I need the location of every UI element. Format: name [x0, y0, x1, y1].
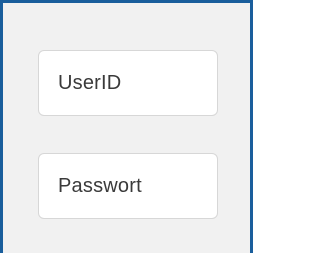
- password-placeholder: Passwort: [58, 174, 142, 197]
- userid-placeholder: UserID: [58, 71, 122, 94]
- password-field[interactable]: Passwort: [38, 153, 218, 219]
- userid-field[interactable]: UserID: [38, 50, 218, 116]
- login-panel: UserID Passwort: [0, 0, 253, 253]
